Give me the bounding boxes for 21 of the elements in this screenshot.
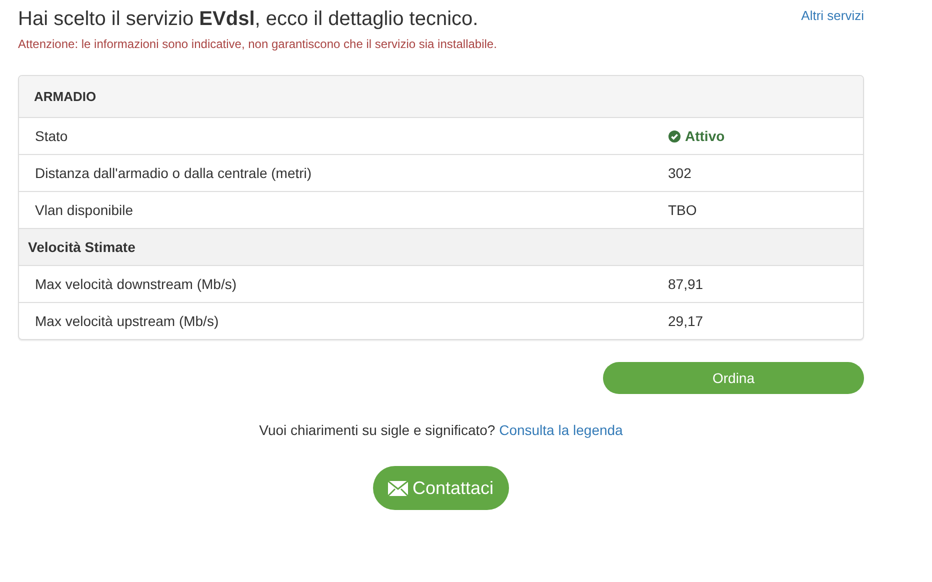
section-heading: Velocità Stimate xyxy=(28,238,136,256)
row-value: 302 xyxy=(668,164,692,182)
row-value: 29,17 xyxy=(668,312,704,330)
row-label: Vlan disponibile xyxy=(35,202,134,218)
check-icon xyxy=(668,130,681,142)
status-value: Attivo xyxy=(668,126,725,146)
row-label: Distanza dall'armadio o dalla centrale (metri) xyxy=(35,164,312,180)
page-title: Hai scelto il servizio EVdsl, ecco il dettaglio tecnico. xyxy=(18,7,478,32)
order-button[interactable]: Ordina xyxy=(603,362,864,394)
legend-prompt: Vuoi chiarimenti su sigle e significato? Consulta la legenda xyxy=(258,421,624,440)
row-label: Stato xyxy=(35,128,68,144)
legend-link[interactable]: Consulta la legenda xyxy=(499,422,623,438)
row-label: Max velocità downstream (Mb/s) xyxy=(35,276,237,292)
contact-button[interactable]: Contattaci xyxy=(373,466,509,510)
warning-text: Attenzione: le informazioni sono indicative, non garantiscono che il servizio sia installabile. xyxy=(18,36,498,53)
row-label: Max velocità upstream (Mb/s) xyxy=(35,312,219,328)
other-services-link[interactable]: Altri servizi xyxy=(801,6,864,26)
envelope-icon xyxy=(388,480,408,496)
row-value: 87,91 xyxy=(668,274,704,294)
panel-heading: ARMADIO xyxy=(34,88,96,106)
row-value: TBO xyxy=(668,200,697,220)
